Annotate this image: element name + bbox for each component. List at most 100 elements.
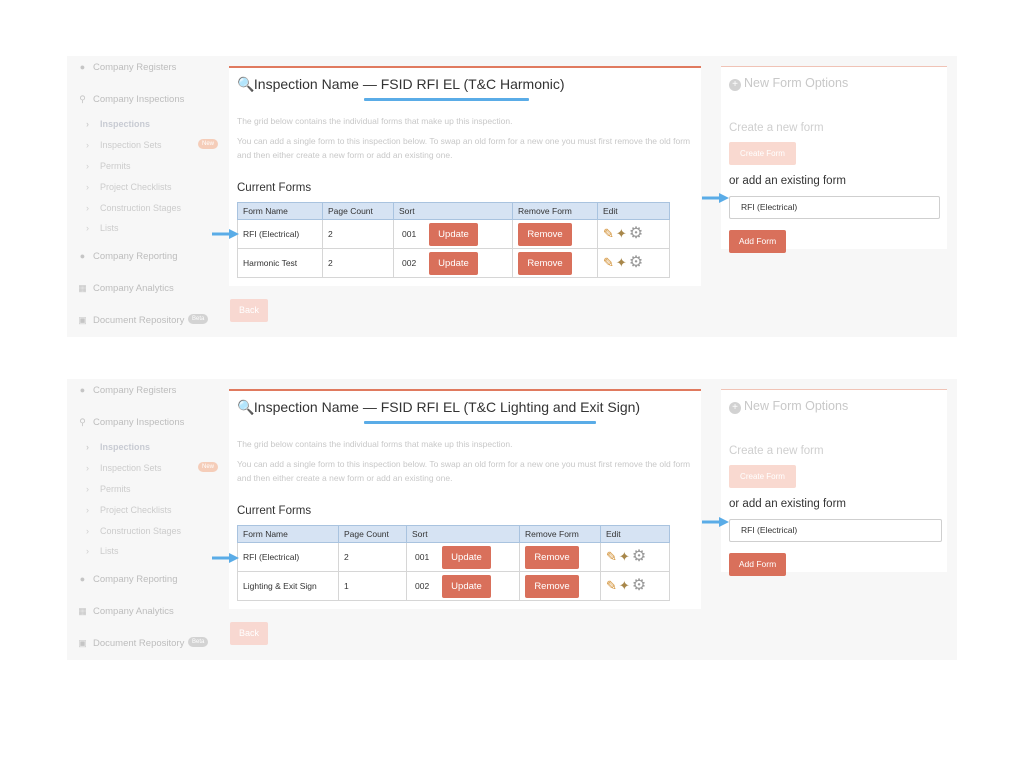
remove-button[interactable]: Remove (525, 574, 579, 598)
update-button[interactable]: Update (442, 574, 491, 598)
magic-wand-icon[interactable]: ✦ (616, 227, 627, 241)
bar-chart-icon: ▦ (78, 283, 87, 293)
sort-value: 001 (402, 228, 417, 239)
table-row: RFI (Electrical) 2 001 Update Remove ✎ ✦ ⚙ (237, 219, 670, 249)
current-forms-heading: Current Forms (237, 182, 312, 194)
sidebar-subitem-lists[interactable]: › Lists (86, 223, 119, 233)
gear-icon[interactable]: ⚙ (629, 226, 643, 242)
sidebar-item-document-repository[interactable]: ▣ Document Repository (78, 638, 184, 649)
sidebar-item-company-registers[interactable]: ● Company Registers (78, 385, 177, 396)
files-icon: ▣ (78, 638, 87, 648)
sidebar-item-document-repository[interactable]: ▣ Document Repository (78, 315, 184, 326)
sidebar-subitem-inspections[interactable]: › Inspections (86, 119, 150, 129)
sidebar-item-company-analytics[interactable]: ▦ Company Analytics (78, 606, 174, 617)
chevron-right-icon: › (86, 203, 89, 213)
inspection-name: FSID RFI EL (T&C Harmonic) (380, 76, 565, 92)
remove-button[interactable]: Remove (518, 251, 572, 275)
inspection-panel-1: ● Company Registers ⚲ Company Inspections … (67, 56, 957, 337)
globe-icon: ● (79, 574, 86, 584)
chevron-right-icon: › (86, 161, 89, 171)
sidebar-item-label: Company Reporting (93, 574, 178, 585)
search-icon: ⚲ (79, 417, 86, 427)
bar-chart-icon: ▦ (78, 606, 87, 616)
arrow-right-icon (702, 193, 729, 203)
column-header: Edit (597, 202, 670, 220)
sidebar-subitem-project-checklists[interactable]: › Project Checklists (86, 505, 172, 515)
pencil-icon[interactable]: ✎ (606, 550, 617, 564)
forms-table: Form Name Page Count Sort Remove Form Ed… (237, 202, 670, 278)
new-form-options-title: + New Form Options (729, 399, 848, 414)
title-highlight (364, 421, 596, 424)
gear-icon[interactable]: ⚙ (632, 549, 646, 565)
sidebar-subitem-inspection-sets[interactable]: › Inspection Sets (86, 463, 162, 473)
title-highlight (364, 98, 529, 101)
column-header: Edit (600, 525, 670, 543)
sidebar-subitem-project-checklists[interactable]: › Project Checklists (86, 182, 172, 192)
sidebar-item-company-reporting[interactable]: ● Company Reporting (78, 251, 178, 262)
magic-wand-icon[interactable]: ✦ (619, 579, 630, 593)
update-button[interactable]: Update (442, 545, 491, 569)
plus-circle-icon: + (729, 79, 741, 91)
update-button[interactable]: Update (429, 251, 478, 275)
sidebar-subitem-lists[interactable]: › Lists (86, 546, 119, 556)
magic-wand-icon[interactable]: ✦ (619, 550, 630, 564)
arrow-right-icon (212, 553, 239, 563)
edit-cell: ✎ ✦ ⚙ (597, 219, 670, 249)
magic-wand-icon[interactable]: ✦ (616, 256, 627, 270)
pencil-icon[interactable]: ✎ (606, 579, 617, 593)
back-button[interactable]: Back (230, 299, 268, 322)
existing-form-select[interactable]: RFI (Electrical) (729, 196, 940, 219)
inspection-name: FSID RFI EL (T&C Lighting and Exit Sign) (380, 399, 641, 415)
sidebar-item-label: Company Reporting (93, 251, 178, 262)
pencil-icon[interactable]: ✎ (603, 227, 614, 241)
page-count-cell: 2 (322, 248, 394, 278)
sidebar-item-label: Document Repository (93, 315, 185, 326)
sort-cell: 001 Update (393, 219, 513, 249)
new-badge: New (198, 139, 219, 149)
create-form-button[interactable]: Create Form (729, 142, 796, 165)
remove-button[interactable]: Remove (518, 222, 572, 246)
files-icon: ▣ (78, 315, 87, 325)
sort-value: 001 (415, 551, 430, 562)
existing-form-label: or add an existing form (729, 175, 846, 187)
page-count-cell: 2 (322, 219, 394, 249)
chevron-right-icon: › (86, 442, 89, 452)
gear-icon[interactable]: ⚙ (629, 255, 643, 271)
remove-cell: Remove (512, 248, 598, 278)
pencil-icon[interactable]: ✎ (603, 256, 614, 270)
arrow-right-icon (702, 517, 729, 527)
users-icon: ● (79, 62, 86, 72)
add-form-button[interactable]: Add Form (729, 553, 786, 576)
create-form-label: Create a new form (729, 445, 824, 457)
sidebar-subitem-inspection-sets[interactable]: › Inspection Sets (86, 140, 162, 150)
new-badge: New (198, 462, 219, 472)
sidebar-subitem-permits[interactable]: › Permits (86, 161, 131, 171)
table-row: Lighting & Exit Sign 1 002 Update Remove … (237, 571, 670, 601)
grid-description: The grid below contains the individual f… (237, 116, 513, 126)
sidebar-item-company-analytics[interactable]: ▦ Company Analytics (78, 283, 174, 294)
gear-icon[interactable]: ⚙ (632, 578, 646, 594)
sidebar-item-company-inspections[interactable]: ⚲ Company Inspections (78, 94, 184, 105)
remove-button[interactable]: Remove (525, 545, 579, 569)
inspection-panel-2: ● Company Registers ⚲ Company Inspections … (67, 379, 957, 660)
sidebar-subitem-construction-stages[interactable]: › Construction Stages (86, 526, 181, 536)
sidebar-item-label: Company Analytics (93, 606, 174, 617)
sidebar-subitem-permits[interactable]: › Permits (86, 484, 131, 494)
add-form-button[interactable]: Add Form (729, 230, 786, 253)
create-form-button[interactable]: Create Form (729, 465, 796, 488)
sort-value: 002 (402, 257, 417, 268)
existing-form-select[interactable]: RFI (Electrical) (729, 519, 942, 542)
back-button[interactable]: Back (230, 622, 268, 645)
sidebar-item-company-registers[interactable]: ● Company Registers (78, 62, 177, 73)
chevron-right-icon: › (86, 182, 89, 192)
update-button[interactable]: Update (429, 222, 478, 246)
chevron-right-icon: › (86, 463, 89, 473)
arrow-right-icon (212, 229, 239, 239)
sidebar-subitem-construction-stages[interactable]: › Construction Stages (86, 203, 181, 213)
sidebar-item-company-reporting[interactable]: ● Company Reporting (78, 574, 178, 585)
column-header: Sort (393, 202, 513, 220)
search-icon: ⚲ (79, 94, 86, 104)
sidebar-item-company-inspections[interactable]: ⚲ Company Inspections (78, 417, 184, 428)
globe-icon: ● (79, 251, 86, 261)
sidebar-subitem-inspections[interactable]: › Inspections (86, 442, 150, 452)
